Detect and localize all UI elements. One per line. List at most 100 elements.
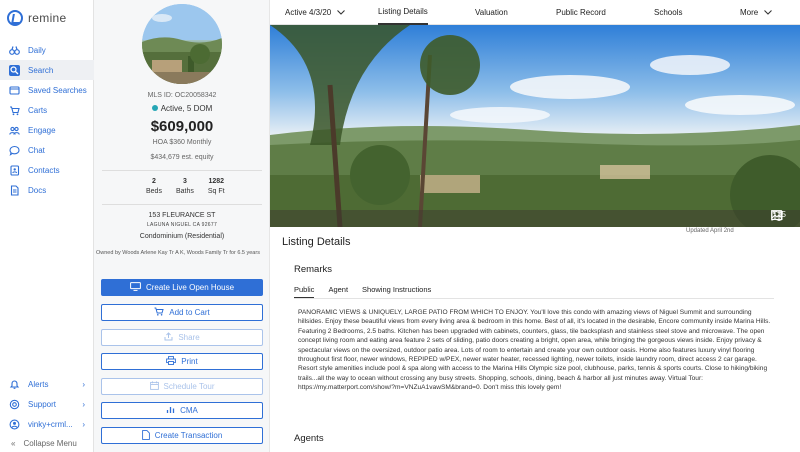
binoculars-icon — [9, 45, 20, 56]
tab-agent[interactable]: Agent — [328, 285, 348, 299]
tab-listing-details[interactable]: Listing Details — [378, 0, 428, 25]
tab-schools[interactable]: Schools — [654, 0, 682, 25]
sidebar-item-search[interactable]: Search — [0, 60, 94, 80]
contacts-icon — [9, 164, 20, 176]
sidebar-item-user[interactable]: vinky+crml... › — [0, 414, 94, 434]
button-label: Print — [181, 357, 198, 366]
sidebar-item-alerts[interactable]: Alerts › — [0, 374, 94, 394]
tab-status-date[interactable]: Active 4/3/20 — [285, 0, 346, 25]
sidebar-item-label: Carts — [28, 105, 48, 115]
address-line-2: LAGUNA NIGUEL CA 92677 — [146, 222, 218, 228]
divider — [102, 170, 262, 171]
search-icon — [9, 64, 20, 76]
tab-label: Public Record — [556, 8, 606, 17]
status-text: Active, 5 DOM — [160, 104, 213, 113]
chevron-right-icon: › — [82, 419, 85, 429]
remine-logo-icon — [7, 10, 23, 26]
tab-label: Active 4/3/20 — [285, 8, 332, 17]
calendar-icon — [149, 381, 159, 392]
cma-button[interactable]: CMA — [101, 402, 263, 419]
share-icon — [164, 332, 173, 343]
sidebar-item-contacts[interactable]: Contacts — [0, 160, 94, 180]
section-title: Listing Details — [282, 236, 351, 248]
estimated-equity: $434,679 est. equity — [150, 154, 214, 161]
chevron-right-icon: › — [82, 399, 85, 409]
sidebar: remine Daily Search Saved Searches Carts… — [0, 0, 94, 452]
listing-thumbnail[interactable] — [142, 4, 222, 84]
sqft-label: Sq Ft — [207, 188, 225, 195]
app-root: remine Daily Search Saved Searches Carts… — [0, 0, 800, 452]
tab-public-record[interactable]: Public Record — [556, 0, 606, 25]
sidebar-item-engage[interactable]: Engage — [0, 120, 94, 140]
collapse-menu-button[interactable]: « Collapse Menu — [0, 435, 94, 451]
logo[interactable]: remine — [7, 10, 66, 26]
tab-showing-instructions[interactable]: Showing Instructions — [362, 285, 431, 299]
sidebar-item-label: Support — [28, 399, 57, 409]
share-button[interactable]: Share — [101, 329, 263, 346]
sidebar-item-label: vinky+crml... — [28, 419, 73, 429]
tab-public[interactable]: Public — [294, 285, 315, 299]
listing-details-section: Listing Details Remarks Public Agent Sho… — [270, 227, 800, 452]
chevron-down-icon — [764, 8, 773, 17]
tab-more[interactable]: More — [740, 0, 773, 25]
listing-status: Active, 5 DOM — [94, 104, 270, 113]
baths-label: Baths — [175, 188, 194, 195]
sidebar-item-label: Engage — [28, 125, 56, 135]
sidebar-item-label: Daily — [28, 45, 46, 55]
bell-icon — [9, 379, 20, 390]
tab-valuation[interactable]: Valuation — [475, 0, 508, 25]
cart-icon — [154, 307, 164, 318]
hoa-fee: HOA $360 Monthly — [152, 139, 212, 146]
tab-label: Listing Details — [378, 7, 428, 16]
button-label: Add to Cart — [169, 308, 210, 317]
baths-value: 3 — [182, 178, 187, 185]
tab-label: Schools — [654, 8, 683, 17]
chat-icon — [9, 145, 20, 156]
owner-info: Owned by Woods Arlene Kay Tr A K, Woods … — [96, 250, 260, 256]
remarks-title: Remarks — [294, 264, 333, 275]
beds-label: Beds — [146, 188, 162, 195]
chevron-down-icon — [337, 8, 346, 17]
print-button[interactable]: Print — [101, 353, 263, 370]
divider — [102, 204, 262, 205]
document-icon — [141, 429, 150, 442]
sidebar-item-chat[interactable]: Chat — [0, 140, 94, 160]
address-line-1: 153 FLEURANCE ST — [148, 212, 216, 219]
listing-hero-photo[interactable]: 35 — [270, 25, 800, 227]
add-to-cart-button[interactable]: Add to Cart — [101, 304, 263, 321]
divider — [294, 298, 774, 299]
schedule-tour-button[interactable]: Schedule Tour — [101, 378, 263, 395]
chevron-right-icon: › — [82, 379, 85, 389]
sidebar-item-label: Chat — [28, 145, 45, 155]
hero-controls: 35 — [771, 210, 792, 221]
property-stats: 2 Beds 3 Baths 1282 Sq Ft — [146, 177, 225, 197]
button-label: Schedule Tour — [163, 382, 215, 391]
sidebar-item-saved-searches[interactable]: Saved Searches — [0, 80, 94, 100]
sidebar-nav: Daily Search Saved Searches Carts Engage… — [0, 40, 94, 200]
user-icon — [9, 419, 20, 430]
engage-icon — [9, 125, 20, 136]
agents-title: Agents — [294, 433, 324, 444]
create-transaction-button[interactable]: Create Transaction — [101, 427, 263, 444]
button-label: Create Transaction — [154, 431, 223, 440]
sidebar-bottom-nav: Alerts › Support › vinky+crml... › — [0, 374, 94, 434]
cart-icon — [9, 105, 20, 116]
sidebar-item-docs[interactable]: Docs — [0, 180, 94, 200]
beds-stat: 2 Beds — [146, 177, 162, 197]
create-live-open-house-button[interactable]: Create Live Open House — [101, 279, 263, 296]
logo-text: remine — [28, 11, 67, 25]
tab-label: More — [740, 8, 759, 17]
property-type: Condominium (Residential) — [139, 233, 225, 240]
button-label: Share — [178, 333, 200, 342]
baths-stat: 3 Baths — [176, 177, 194, 197]
sidebar-item-label: Docs — [28, 185, 47, 195]
mls-id: MLS ID: OC20058342 — [147, 92, 217, 99]
status-dot-icon — [151, 105, 158, 111]
sidebar-item-carts[interactable]: Carts — [0, 100, 94, 120]
sidebar-item-support[interactable]: Support › — [0, 394, 94, 414]
bar-chart-icon — [166, 405, 175, 416]
sidebar-item-daily[interactable]: Daily — [0, 40, 94, 60]
listing-tabs: Active 4/3/20 Listing Details Valuation … — [270, 0, 800, 25]
tab-label: Valuation — [475, 8, 508, 17]
sidebar-item-label: Contacts — [28, 165, 60, 175]
